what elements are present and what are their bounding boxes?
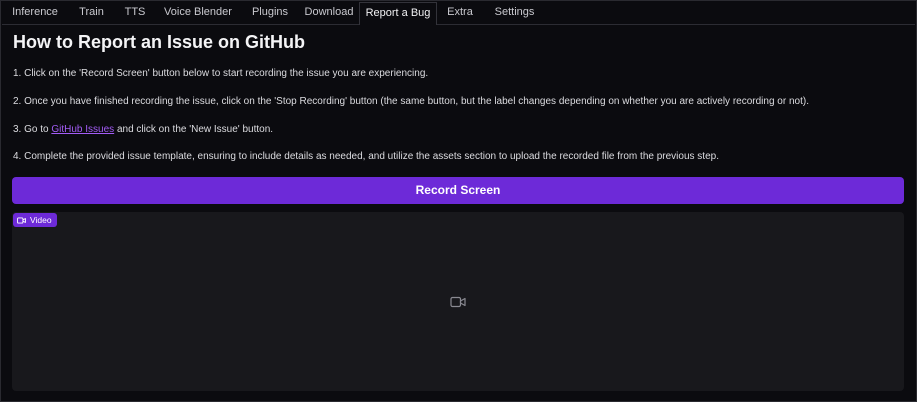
video-label-text: Video <box>30 215 52 225</box>
tab-download[interactable]: Download <box>299 2 359 24</box>
tab-train[interactable]: Train <box>68 2 115 24</box>
video-label-badge: Video <box>13 213 57 227</box>
instruction-step-3: 3. Go to GitHub Issues and click on the … <box>13 124 273 135</box>
page-title: How to Report an Issue on GitHub <box>13 32 305 52</box>
tab-report-a-bug[interactable]: Report a Bug <box>359 2 437 25</box>
instruction-step-4: 4. Complete the provided issue template,… <box>13 151 719 162</box>
tab-plugins[interactable]: Plugins <box>241 2 299 24</box>
github-issues-link[interactable]: GitHub Issues <box>51 124 114 135</box>
instruction-step-1: 1. Click on the 'Record Screen' button b… <box>13 68 429 79</box>
instruction-step-3-suffix: and click on the 'New Issue' button. <box>114 124 274 135</box>
video-panel[interactable]: Video <box>12 212 904 391</box>
instruction-step-2: 2. Once you have finished recording the … <box>13 96 809 107</box>
instruction-step-3-prefix: 3. Go to <box>13 124 52 135</box>
app-window: Inference Train TTS Voice Blender Plugin… <box>0 0 917 402</box>
tab-settings[interactable]: Settings <box>483 2 546 24</box>
video-camera-icon <box>450 296 466 308</box>
tab-tts[interactable]: TTS <box>115 2 155 24</box>
tab-voice-blender[interactable]: Voice Blender <box>155 2 241 24</box>
tab-inference[interactable]: Inference <box>2 2 68 24</box>
tab-extra[interactable]: Extra <box>437 2 483 24</box>
record-screen-button[interactable]: Record Screen <box>12 177 904 204</box>
video-camera-icon <box>17 217 26 223</box>
tab-bar: Inference Train TTS Voice Blender Plugin… <box>2 2 915 25</box>
